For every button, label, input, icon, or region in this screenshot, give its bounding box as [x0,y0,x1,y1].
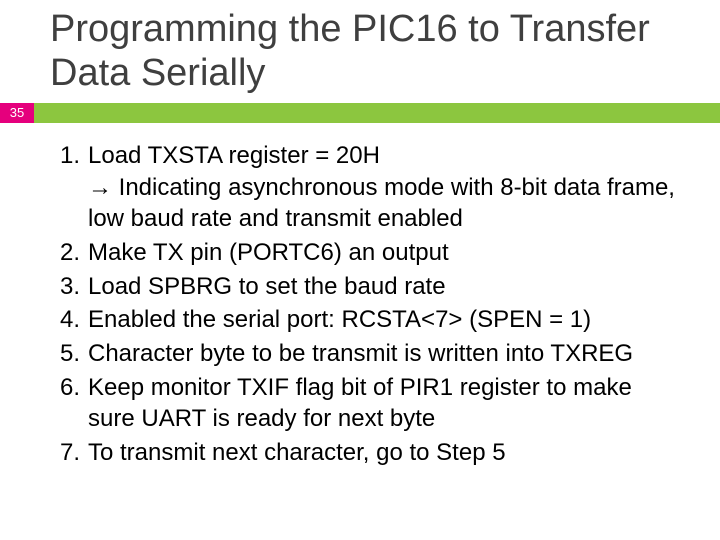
step-text: Keep monitor TXIF flag bit of PIR1 regis… [88,374,632,433]
step-text: Load TXSTA register = 20H [88,142,380,169]
accent-bar [34,103,720,123]
page-number-badge: 35 [0,103,34,123]
list-item: Load SPBRG to set the baud rate [48,271,678,303]
list-item: Character byte to be transmit is written… [48,338,678,370]
slide-title: Programming the PIC16 to Transfer Data S… [50,8,720,95]
steps-list: Load TXSTA register = 20H → Indicating a… [48,140,678,469]
list-item: To transmit next character, go to Step 5 [48,437,678,469]
step-text: Make TX pin (PORTC6) an output [88,239,449,266]
list-item: Enabled the serial port: RCSTA<7> (SPEN … [48,304,678,336]
step-sub-content: → Indicating asynchronous mode with 8-bi… [88,174,675,233]
step-text: Load SPBRG to set the baud rate [88,273,446,300]
slide-body: Load TXSTA register = 20H → Indicating a… [48,140,678,471]
step-text: Enabled the serial port: RCSTA<7> (SPEN … [88,306,591,333]
step-subtext: → Indicating asynchronous mode with 8-bi… [88,172,678,235]
step-text: To transmit next character, go to Step 5 [88,439,506,466]
list-item: Keep monitor TXIF flag bit of PIR1 regis… [48,372,678,435]
slide: Programming the PIC16 to Transfer Data S… [0,0,720,540]
step-text: Character byte to be transmit is written… [88,340,633,367]
list-item: Make TX pin (PORTC6) an output [48,237,678,269]
list-item: Load TXSTA register = 20H → Indicating a… [48,140,678,235]
